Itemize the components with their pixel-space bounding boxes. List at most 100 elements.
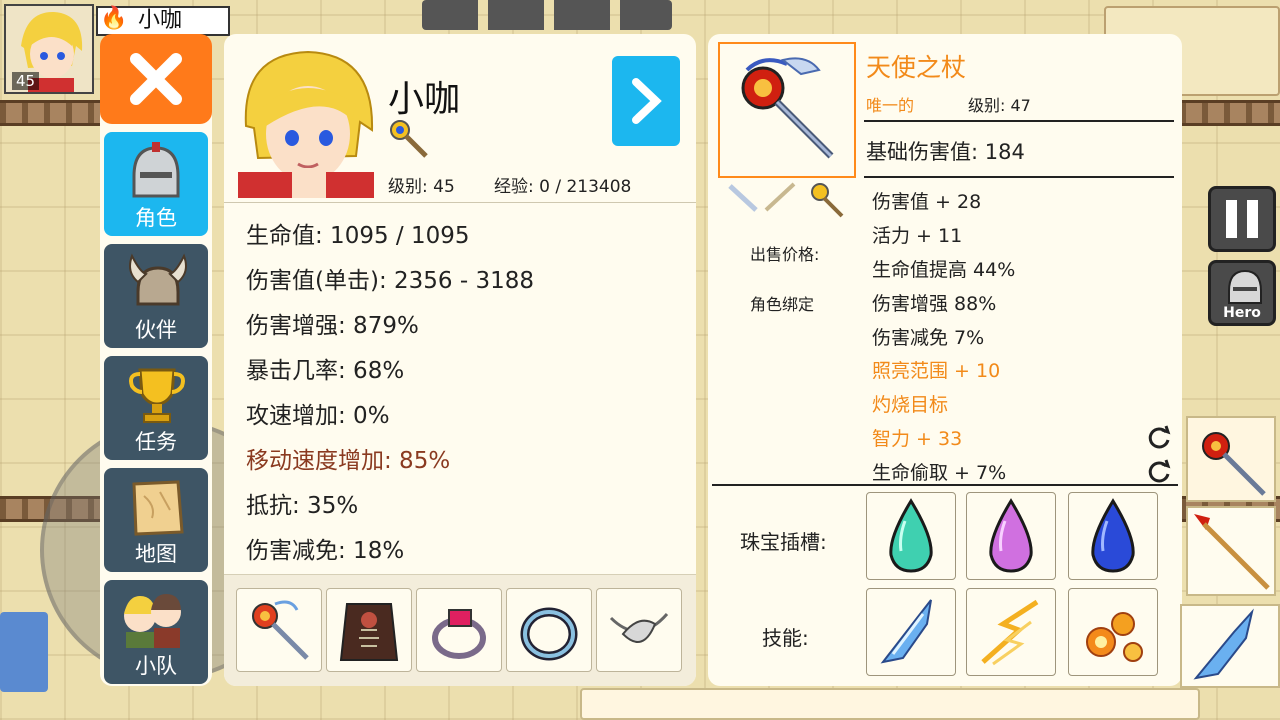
staff-icon bbox=[252, 600, 309, 660]
dark-cloak-icon bbox=[339, 603, 399, 661]
enemy-group bbox=[422, 0, 672, 30]
map-scroll-icon bbox=[132, 480, 184, 536]
pause-icon bbox=[1247, 200, 1258, 238]
stat-damage-reduction: 伤害减免: 18% bbox=[246, 538, 405, 564]
item-base-damage: 基础伤害值: 184 bbox=[866, 140, 1025, 164]
crystal-ring-icon bbox=[520, 607, 578, 661]
item-attribute: 伤害减免 7% bbox=[872, 327, 985, 349]
skill-slot-2[interactable] bbox=[966, 588, 1056, 676]
gem-slot-1[interactable] bbox=[866, 492, 956, 580]
skills-label: 技能: bbox=[762, 626, 809, 650]
item-attribute-special: 灼烧目标 bbox=[872, 394, 949, 416]
item-bind-label: 角色绑定 bbox=[750, 295, 815, 314]
item-name: 天使之杖 bbox=[866, 53, 967, 82]
player-portrait[interactable]: 45 bbox=[4, 4, 94, 94]
equipment-slot-weapon[interactable] bbox=[236, 588, 322, 672]
chevron-right-icon bbox=[632, 78, 662, 124]
angel-staff-icon bbox=[741, 57, 834, 159]
divider bbox=[712, 484, 1178, 486]
equipment-slot-ring-2[interactable] bbox=[506, 588, 592, 672]
divider bbox=[864, 120, 1174, 122]
tab-label: 任务 bbox=[135, 430, 177, 454]
equipment-slot-amulet[interactable] bbox=[596, 588, 682, 672]
tab-label: 伙伴 bbox=[135, 318, 177, 342]
quick-item-slot[interactable] bbox=[1186, 506, 1276, 596]
flame-sword-icon: 🔥 bbox=[100, 6, 128, 31]
player-level-badge: 45 bbox=[12, 72, 40, 90]
gem-slots-label: 珠宝插槽: bbox=[740, 530, 827, 554]
item-attribute: 活力 + 11 bbox=[872, 225, 963, 247]
item-attribute: 生命值提高 44% bbox=[872, 259, 1016, 281]
item-class-icons bbox=[728, 182, 844, 218]
tab-label: 小队 bbox=[135, 654, 177, 678]
pause-button[interactable] bbox=[1208, 186, 1276, 252]
reroll-icon[interactable] bbox=[1146, 458, 1172, 484]
selected-item-frame bbox=[718, 42, 856, 178]
character-level: 级别: 45 bbox=[388, 177, 455, 197]
stat-move-speed: 移动速度增加: 85% bbox=[246, 448, 451, 474]
quick-skill-slot[interactable] bbox=[1180, 604, 1280, 688]
tab-quest[interactable]: 任务 bbox=[104, 356, 208, 460]
hero-label: Hero bbox=[1223, 305, 1261, 321]
stat-damage: 伤害值(单击): 2356 - 3188 bbox=[246, 268, 534, 294]
equipment-slot-ring-1[interactable] bbox=[416, 588, 502, 672]
item-sell-price-label: 出售价格: bbox=[750, 245, 820, 264]
tab-partner[interactable]: 伙伴 bbox=[104, 244, 208, 348]
market-stall bbox=[0, 612, 48, 692]
character-name: 小咖 bbox=[388, 79, 461, 120]
item-attribute: 伤害值 + 28 bbox=[872, 191, 982, 213]
helmet-icon bbox=[1228, 269, 1262, 304]
item-attribute-special: 智力 + 33 bbox=[872, 428, 963, 450]
item-attribute: 伤害增强 88% bbox=[872, 293, 997, 315]
tab-character[interactable]: 角色 bbox=[104, 132, 208, 236]
character-experience: 经验: 0 / 213408 bbox=[494, 177, 632, 197]
pause-icon bbox=[1226, 200, 1237, 238]
fence bbox=[0, 100, 104, 126]
spear-icon bbox=[1194, 514, 1270, 590]
gem-slot-3[interactable] bbox=[1068, 492, 1158, 580]
next-character-button[interactable] bbox=[612, 56, 680, 146]
equipment-slot-armor[interactable] bbox=[326, 588, 412, 672]
tab-map[interactable]: 地图 bbox=[104, 468, 208, 572]
tab-label: 地图 bbox=[135, 542, 177, 566]
stat-resistance: 抵抗: 35% bbox=[246, 493, 359, 519]
party-icon bbox=[124, 594, 181, 648]
teal-gem-icon bbox=[889, 498, 933, 573]
lightning-skill-icon bbox=[981, 599, 1039, 666]
pink-gem-icon bbox=[989, 498, 1033, 573]
ice-shard-skill-icon bbox=[880, 599, 932, 664]
reroll-icon[interactable] bbox=[1146, 424, 1172, 450]
horned-helmet-icon bbox=[129, 253, 187, 306]
gem-slot-2[interactable] bbox=[966, 492, 1056, 580]
trophy-icon bbox=[129, 368, 185, 423]
stat-damage-boost: 伤害增强: 879% bbox=[246, 313, 419, 339]
skill-bar[interactable] bbox=[580, 688, 1200, 720]
ruby-ring-icon bbox=[432, 609, 486, 659]
close-icon bbox=[130, 53, 182, 105]
quick-item-slot[interactable] bbox=[1186, 416, 1276, 502]
amulet-icon bbox=[609, 613, 669, 643]
item-attribute: 生命偷取 + 7% bbox=[872, 462, 1007, 484]
fence bbox=[1180, 100, 1280, 126]
close-button[interactable] bbox=[100, 34, 212, 124]
staff-class-icon bbox=[390, 120, 428, 158]
stat-crit-chance: 暴击几率: 68% bbox=[246, 358, 405, 384]
stat-hp: 生命值: 1095 / 1095 bbox=[246, 223, 470, 249]
blue-gem-icon bbox=[1091, 498, 1135, 573]
ice-shard-skill-icon bbox=[1193, 608, 1254, 680]
tab-party[interactable]: 小队 bbox=[104, 580, 208, 684]
staff-icon bbox=[1202, 432, 1266, 496]
item-level: 级别: 47 bbox=[968, 96, 1031, 115]
item-attribute-special: 照亮范围 + 10 bbox=[872, 360, 1001, 382]
fireball-skill-icon bbox=[1086, 612, 1143, 662]
helmet-icon bbox=[132, 142, 180, 198]
divider bbox=[224, 202, 696, 203]
divider bbox=[864, 176, 1174, 178]
stat-attack-speed: 攻速增加: 0% bbox=[246, 403, 390, 429]
tab-label: 角色 bbox=[135, 206, 177, 230]
skill-slot-3[interactable] bbox=[1068, 588, 1158, 676]
item-rarity: 唯一的 bbox=[866, 96, 915, 115]
character-portrait bbox=[232, 46, 382, 198]
hero-button[interactable]: Hero bbox=[1208, 260, 1276, 326]
skill-slot-1[interactable] bbox=[866, 588, 956, 676]
